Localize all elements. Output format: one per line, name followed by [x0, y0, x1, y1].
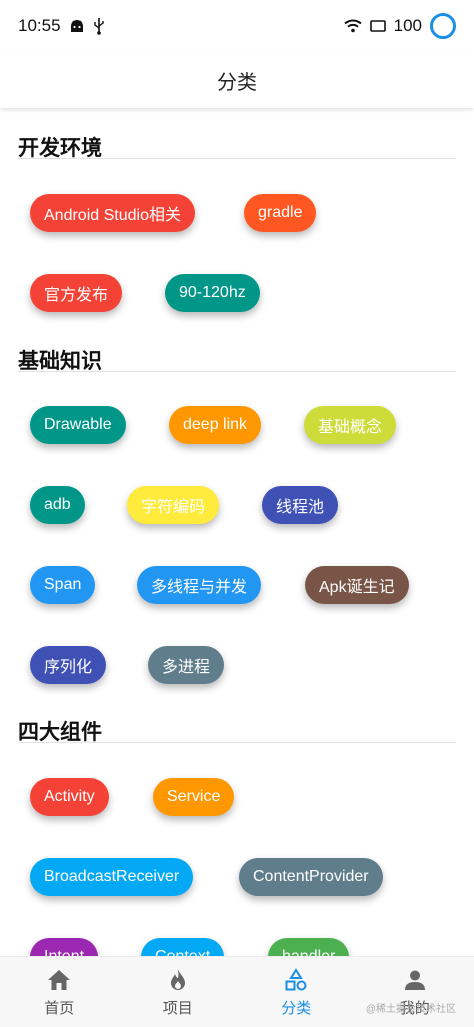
chip-broadcast-receiver[interactable]: BroadcastReceiver — [30, 858, 194, 896]
chip-deep-link[interactable]: deep link — [169, 406, 262, 444]
category-icon — [283, 967, 309, 993]
status-bar: 10:55 100 — [0, 0, 474, 52]
chip-handler[interactable]: handler — [268, 938, 350, 956]
chip-adb[interactable]: adb — [30, 486, 85, 524]
android-icon — [69, 19, 85, 33]
person-icon — [402, 967, 428, 993]
battery-level: 100 — [393, 16, 422, 35]
nav-label-category: 分类 — [281, 999, 312, 1017]
home-icon — [46, 967, 72, 993]
fire-icon — [165, 967, 191, 993]
chip-context[interactable]: Context — [141, 938, 225, 956]
nav-label-home: 首页 — [44, 999, 75, 1017]
nav-label-projects: 项目 — [162, 999, 193, 1017]
nav-item-home[interactable]: 首页 — [0, 957, 119, 1027]
nav-item-mine[interactable]: 我的 — [356, 957, 474, 1027]
section-divider — [18, 371, 456, 372]
chip-multi-process[interactable]: 多进程 — [148, 646, 225, 684]
battery-icon — [369, 19, 386, 33]
category-list[interactable]: 开发环境 Android Studio相关 gradle 官方发布 90-120… — [0, 108, 474, 956]
chip-drawable[interactable]: Drawable — [30, 406, 126, 444]
chip-official-release[interactable]: 官方发布 — [30, 274, 123, 312]
chip-intent[interactable]: Intent — [30, 938, 99, 956]
status-time: 10:55 — [18, 16, 61, 35]
wifi-icon — [343, 19, 362, 33]
chip-span[interactable]: Span — [30, 566, 96, 604]
chip-thread-pool[interactable]: 线程池 — [262, 486, 339, 524]
chip-content-provider[interactable]: ContentProvider — [239, 858, 383, 896]
loading-ring-icon — [430, 13, 456, 39]
nav-item-projects[interactable]: 项目 — [119, 957, 238, 1027]
chip-service[interactable]: Service — [153, 778, 235, 816]
chip-char-encoding[interactable]: 字符编码 — [127, 486, 220, 524]
app-bar: 分类 — [0, 52, 474, 108]
chip-serialization[interactable]: 序列化 — [30, 646, 107, 684]
chip-90-120hz[interactable]: 90-120hz — [165, 274, 260, 312]
usb-icon — [93, 17, 105, 35]
chip-activity[interactable]: Activity — [30, 778, 109, 816]
section-divider — [18, 158, 456, 159]
chip-basic-concepts[interactable]: 基础概念 — [304, 406, 397, 444]
nav-item-category[interactable]: 分类 — [237, 957, 356, 1027]
chip-multithreading[interactable]: 多线程与并发 — [137, 566, 262, 604]
page-title: 分类 — [217, 71, 257, 94]
bottom-nav: 首页 项目 分类 我的 @稀土掘金技术社区 — [0, 956, 474, 1027]
chip-apk-birth[interactable]: Apk诞生记 — [305, 566, 409, 604]
chip-gradle[interactable]: gradle — [244, 194, 317, 232]
watermark: @稀土掘金技术社区 — [365, 1004, 456, 1015]
section-divider — [18, 742, 456, 743]
chip-android-studio[interactable]: Android Studio相关 — [30, 194, 195, 232]
